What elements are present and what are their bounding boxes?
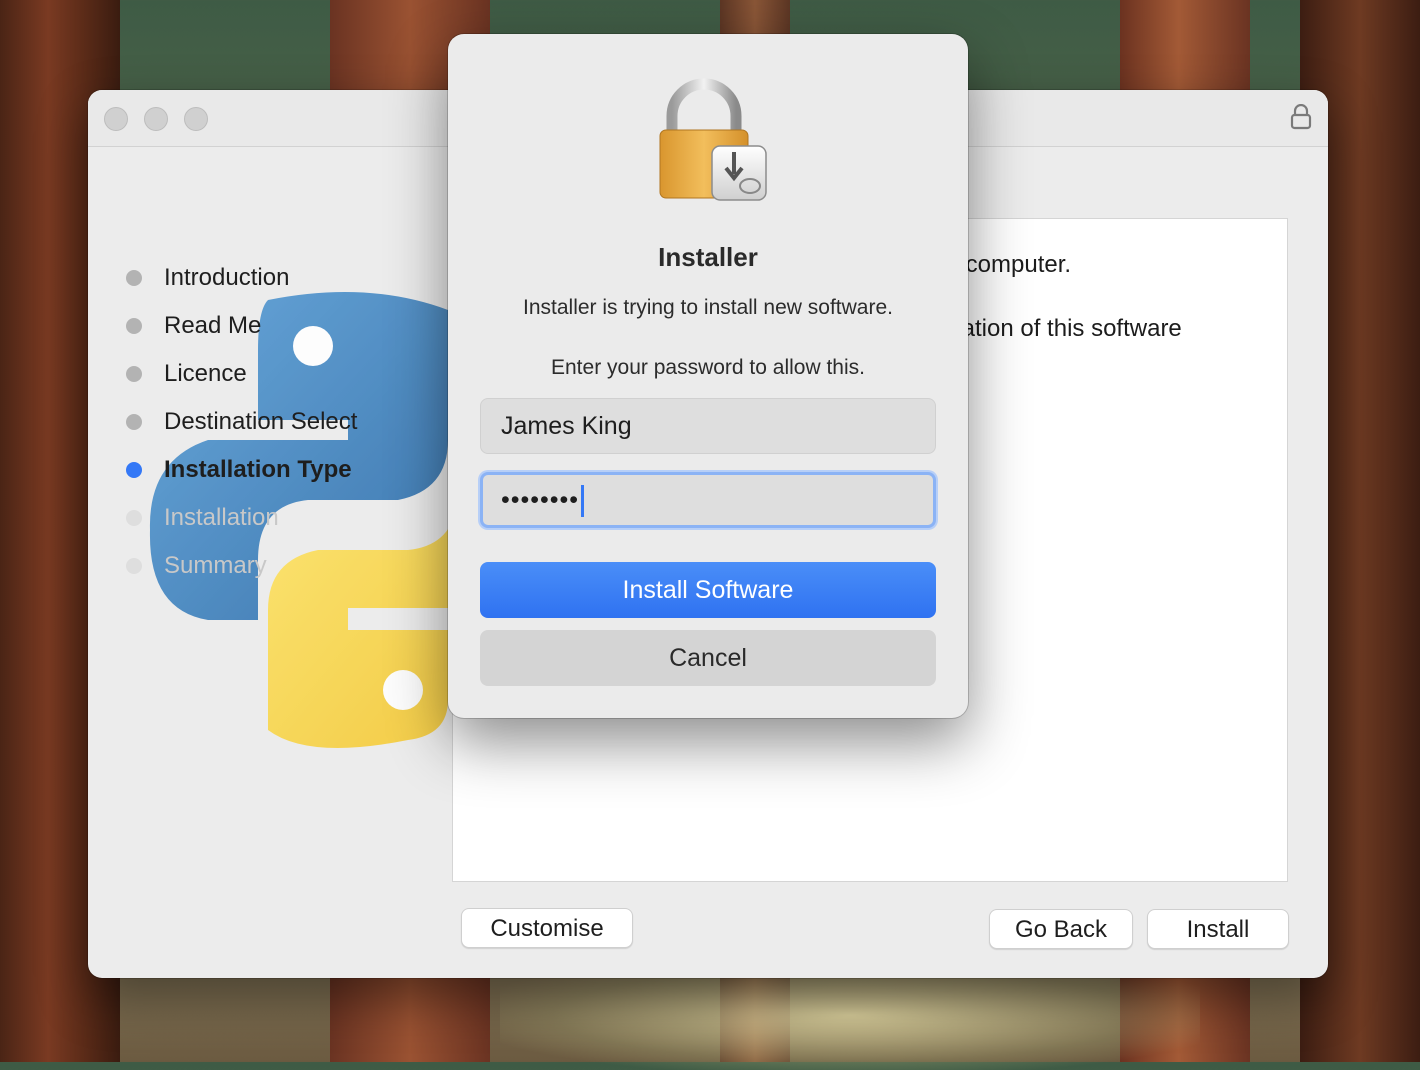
step-label: Introduction [164,264,290,291]
step-label: Licence [164,360,247,387]
installer-steps: Introduction Read Me Licence Destination… [126,260,466,596]
step-dot [126,366,142,382]
step-label: Installation [164,504,279,531]
dialog-message: Installer is trying to install new softw… [523,296,893,319]
step-dot [126,510,142,526]
step-dot [126,414,142,430]
lock-icon [1290,104,1312,130]
password-mask: •••••••• [501,486,580,514]
installer-lock-icon [659,78,767,201]
install-software-button[interactable]: Install Software [480,562,936,618]
content-text: llation of this software [951,315,1182,342]
step-introduction: Introduction [126,260,466,308]
step-dot [126,270,142,286]
text-cursor [581,485,585,518]
step-licence: Licence [126,356,466,404]
step-label: Destination Select [164,408,358,435]
username-field[interactable]: James King [480,398,936,454]
password-field[interactable]: •••••••• [480,472,936,528]
step-summary: Summary [126,548,466,596]
step-dot [126,318,142,334]
step-read-me: Read Me [126,308,466,356]
step-label: Installation Type [164,456,352,483]
minimize-window-button[interactable] [144,107,168,131]
dialog-title: Installer [658,242,758,272]
content-text: r computer. [951,251,1072,278]
step-dot [126,462,142,478]
cancel-button[interactable]: Cancel [480,630,936,686]
step-installation-type: Installation Type [126,452,466,500]
install-button[interactable]: Install [1147,909,1289,949]
step-destination-select: Destination Select [126,404,466,452]
close-window-button[interactable] [104,107,128,131]
step-installation: Installation [126,500,466,548]
step-label: Read Me [164,312,262,339]
auth-dialog: Installer Installer is trying to install… [448,34,968,718]
step-dot [126,558,142,574]
zoom-window-button[interactable] [184,107,208,131]
step-label: Summary [164,552,267,579]
customise-button[interactable]: Customise [461,908,633,948]
dialog-prompt: Enter your password to allow this. [551,356,865,379]
go-back-button[interactable]: Go Back [989,909,1133,949]
